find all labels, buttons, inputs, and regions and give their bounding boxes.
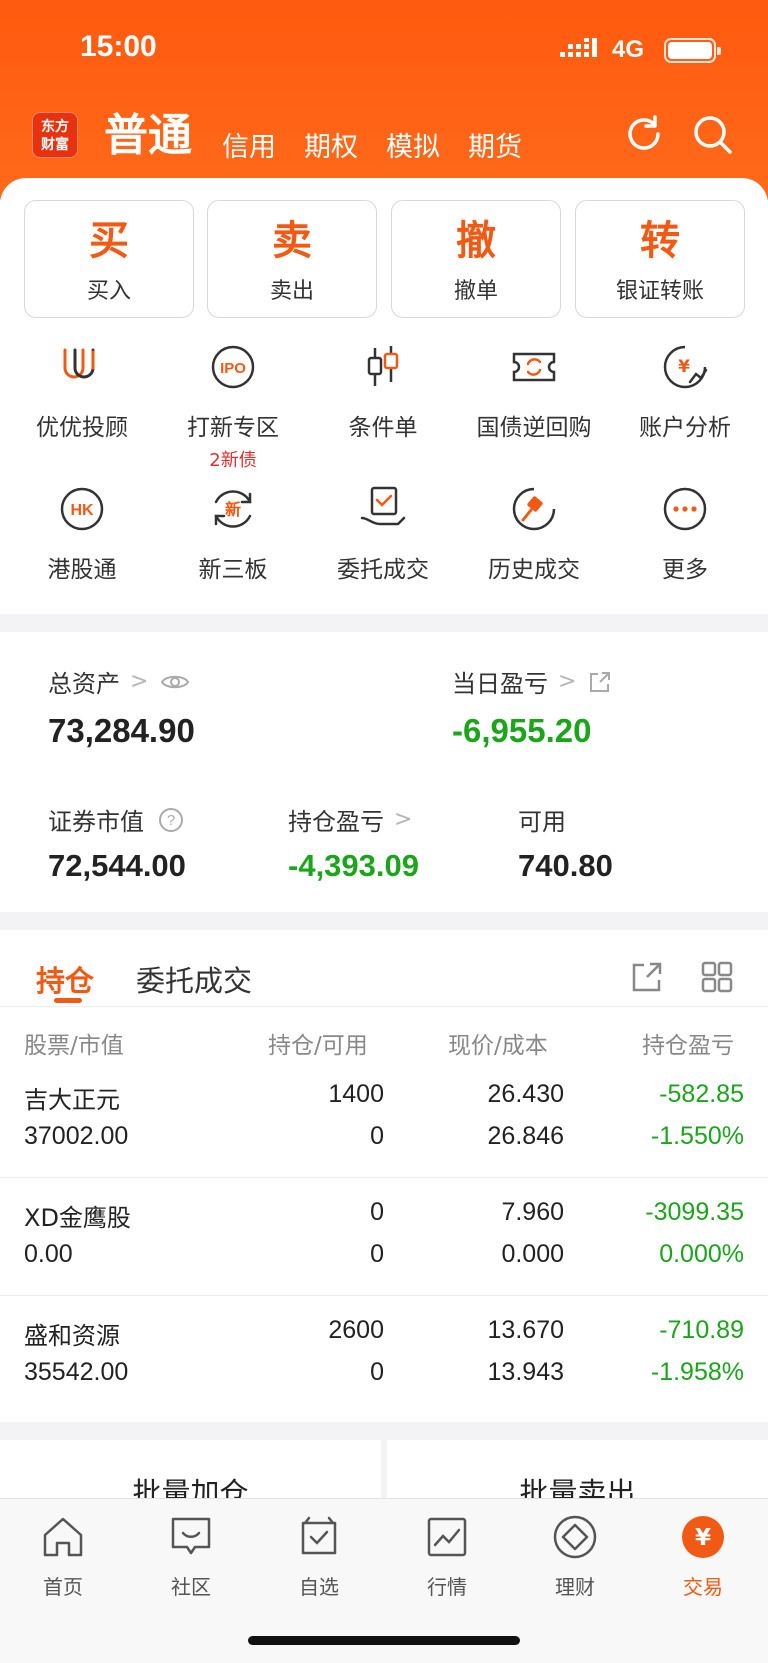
community-icon	[171, 1517, 211, 1555]
grid-account-analysis[interactable]: ¥ 账户分析	[610, 342, 760, 442]
positions-panel: 持仓 委托成交 股票/市值 持仓/可用 现价/成本 持仓盈亏 吉大正元 3700…	[0, 930, 768, 1422]
svg-text:¥: ¥	[678, 357, 690, 377]
col-header-stock: 股票/市值	[24, 1033, 124, 1059]
col-header-pl: 持仓盈亏	[642, 1033, 734, 1059]
col-header-price: 现价/成本	[448, 1033, 548, 1059]
tabbar-community[interactable]: 社区	[136, 1513, 246, 1600]
batch-sell-button[interactable]: 批量卖出	[387, 1440, 768, 1500]
asset-summary: 总资产 > 73,284.90 当日盈亏 > -6,955.20 证券市值 ? 72…	[0, 632, 768, 912]
layout-grid-icon[interactable]	[700, 960, 734, 994]
sell-button[interactable]: 卖卖出	[207, 200, 377, 318]
holding-pl-label[interactable]: 持仓盈亏 >	[288, 802, 412, 837]
header: 15:00 4G 东方 财富 普通 信用 期权 模拟 期货	[0, 0, 768, 200]
status-time: 15:00	[80, 30, 157, 63]
tab-options[interactable]: 期权	[304, 125, 358, 164]
tab-entrust-deal[interactable]: 委托成交	[136, 958, 252, 1000]
new-board-icon: 新	[214, 490, 252, 528]
market-icon	[427, 1517, 467, 1557]
svg-text:HK: HK	[70, 502, 94, 519]
grid-ipo[interactable]: IPO 打新专区 2新债	[158, 342, 308, 472]
active-tab-indicator	[54, 998, 82, 1003]
grid-reverse-repo[interactable]: 国债逆回购	[459, 342, 609, 442]
network-type: 4G	[612, 36, 645, 63]
position-row[interactable]: 吉大正元 37002.00 1400 0 26.430 26.846 -582.…	[0, 1060, 768, 1178]
export-icon[interactable]	[630, 960, 664, 994]
refresh-icon[interactable]	[622, 112, 666, 156]
position-row[interactable]: XD金鹰股 0.00 0 0 7.960 0.000 -3099.35 0.00…	[0, 1178, 768, 1296]
svg-text:新: 新	[225, 500, 241, 519]
watchlist-icon	[301, 1516, 337, 1555]
home-indicator	[248, 1636, 520, 1645]
home-icon	[43, 1517, 83, 1557]
tabbar-market[interactable]: 行情	[392, 1513, 502, 1600]
daily-pl-label[interactable]: 当日盈亏 >	[452, 664, 612, 699]
tab-normal[interactable]: 普通	[104, 108, 192, 164]
grid-new-third-board[interactable]: 新 新三板	[158, 484, 308, 584]
youyou-icon	[63, 348, 95, 379]
grid-hk-connect[interactable]: HK 港股通	[7, 484, 157, 584]
battery-icon	[664, 38, 721, 63]
yuan-chart-icon: ¥	[663, 345, 708, 389]
available-label: 可用	[518, 808, 566, 836]
grid-condition-order[interactable]: 条件单	[308, 342, 458, 442]
buy-button[interactable]: 买买入	[24, 200, 194, 318]
svg-text:¥: ¥	[695, 1525, 711, 1551]
available-value: 740.80	[518, 848, 613, 883]
grid-more[interactable]: 更多	[610, 484, 760, 584]
more-icon	[663, 487, 707, 531]
help-icon[interactable]: ?	[158, 807, 184, 833]
tabbar-home[interactable]: 首页	[8, 1513, 118, 1600]
tabbar-wealth[interactable]: 理财	[520, 1513, 630, 1600]
bank-transfer-button[interactable]: 转银证转账	[575, 200, 745, 318]
grid-entrust-deal[interactable]: 委托成交	[308, 484, 458, 584]
new-bond-badge: 2新债	[209, 450, 257, 471]
ipo-icon: IPO	[211, 345, 255, 389]
market-value-label: 证券市值 ?	[48, 802, 184, 837]
tab-simulated[interactable]: 模拟	[386, 125, 440, 164]
account-type-tabs: 普通 信用 期权 模拟 期货	[104, 104, 550, 164]
svg-text:?: ?	[167, 812, 175, 829]
eye-icon[interactable]	[160, 672, 190, 692]
tabbar-watchlist[interactable]: 自选	[264, 1513, 374, 1600]
holding-pl-value: -4,393.09	[288, 848, 419, 883]
total-assets-value: 73,284.90	[48, 712, 195, 749]
tab-positions[interactable]: 持仓	[36, 958, 94, 1000]
market-value-value: 72,544.00	[48, 848, 186, 883]
candlestick-icon	[367, 346, 399, 386]
repo-ticket-icon	[512, 352, 556, 382]
tab-credit[interactable]: 信用	[222, 125, 276, 164]
app-logo: 东方 财富	[32, 112, 78, 158]
total-assets-label[interactable]: 总资产 >	[48, 664, 190, 699]
cancel-order-button[interactable]: 撤撤单	[391, 200, 561, 318]
share-icon[interactable]	[588, 670, 612, 694]
col-header-qty: 持仓/可用	[268, 1033, 368, 1059]
tab-futures[interactable]: 期货	[468, 125, 522, 164]
search-icon[interactable]	[690, 112, 734, 156]
grid-history-deal[interactable]: 历史成交	[459, 484, 609, 584]
batch-add-button[interactable]: 批量加仓	[0, 1440, 381, 1500]
svg-text:IPO: IPO	[220, 360, 246, 377]
trade-icon: ¥	[682, 1516, 724, 1558]
status-bar: 15:00 4G	[0, 0, 768, 100]
daily-pl-value: -6,955.20	[452, 712, 592, 749]
history-gavel-icon	[512, 487, 556, 531]
wealth-icon	[553, 1515, 597, 1559]
signal-icon	[560, 38, 597, 57]
hk-icon: HK	[60, 487, 104, 531]
grid-youyou[interactable]: 优优投顾	[7, 342, 157, 442]
tabbar-trade[interactable]: ¥ 交易	[648, 1513, 758, 1600]
position-row[interactable]: 盛和资源 35542.00 2600 0 13.670 13.943 -710.…	[0, 1296, 768, 1414]
entrust-icon	[360, 486, 406, 526]
